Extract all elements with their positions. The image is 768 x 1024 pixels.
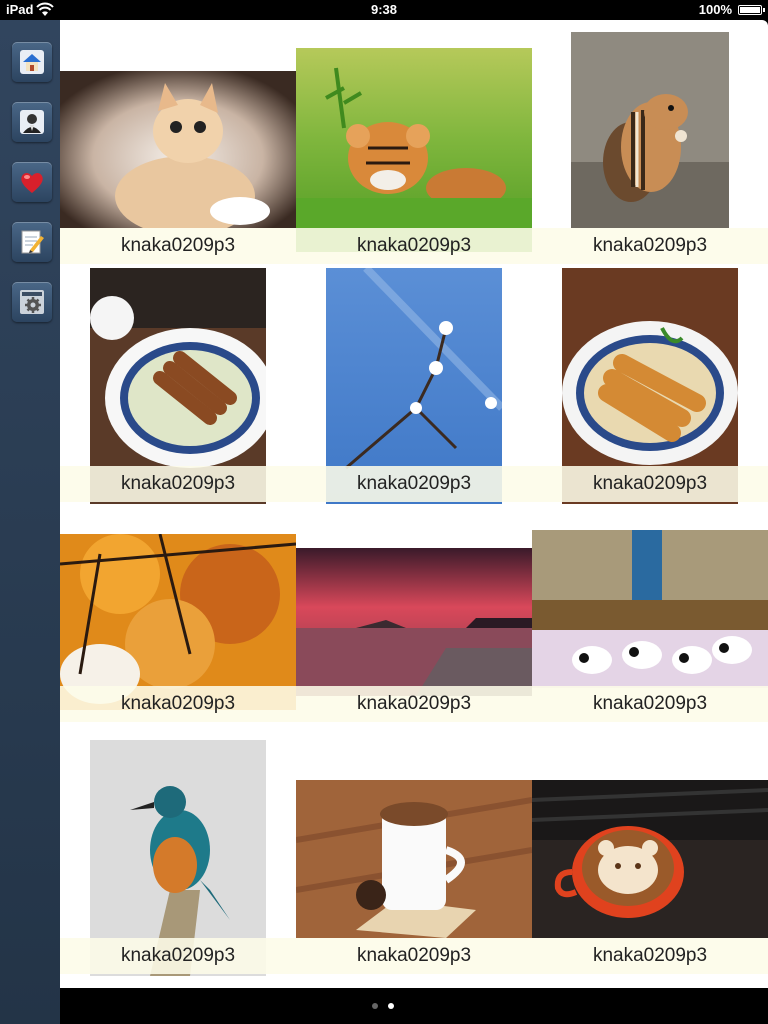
grid-item[interactable]: knaka0209p3	[60, 740, 296, 976]
battery-percent: 100%	[698, 2, 732, 17]
photo-caption: knaka0209p3	[60, 938, 296, 974]
grid-item[interactable]: knaka0209p3	[60, 504, 296, 740]
photo-caption: knaka0209p3	[532, 466, 768, 502]
photo-autumn-leaves	[60, 534, 296, 710]
home-button[interactable]	[12, 42, 52, 82]
grid-item[interactable]: knaka0209p3	[60, 268, 296, 504]
notepad-pencil-icon	[21, 230, 44, 254]
sidebar	[0, 20, 60, 1024]
photo-caption: knaka0209p3	[296, 686, 532, 722]
page-control[interactable]	[60, 988, 768, 1024]
photo-caption: knaka0209p3	[532, 686, 768, 722]
page-dot-1[interactable]	[372, 1003, 378, 1009]
page-dot-2[interactable]	[388, 1003, 394, 1009]
user-button[interactable]	[12, 102, 52, 142]
photo-caption: knaka0209p3	[296, 228, 532, 264]
grid-item[interactable]: knaka0209p3	[296, 740, 532, 976]
status-bar: iPad 9:38 100%	[0, 0, 768, 20]
clock: 9:38	[370, 2, 398, 17]
photo-grid: knaka0209p3 knaka0209p3 knaka0209p3 knak…	[60, 20, 768, 988]
photo-caption: knaka0209p3	[60, 686, 296, 722]
grid-item[interactable]: knaka0209p3	[532, 268, 768, 504]
settings-button[interactable]	[12, 282, 52, 322]
photo-kitten	[60, 71, 296, 228]
gear-icon	[20, 290, 44, 314]
photo-chipmunk	[571, 32, 729, 228]
photo-caption: knaka0209p3	[60, 228, 296, 264]
photo-caption: knaka0209p3	[60, 466, 296, 502]
battery-icon	[738, 5, 765, 15]
photo-caption: knaka0209p3	[296, 466, 532, 502]
grid-item[interactable]: knaka0209p3	[532, 504, 768, 740]
photo-tiger-cub	[296, 48, 532, 252]
heart-icon	[21, 173, 43, 193]
home-icon	[20, 50, 44, 74]
photo-caption: knaka0209p3	[532, 228, 768, 264]
edit-button[interactable]	[12, 222, 52, 262]
photo-coffee-cup	[296, 780, 532, 938]
grid-item[interactable]: knaka0209p3	[532, 20, 768, 268]
photo-caption: knaka0209p3	[296, 938, 532, 974]
grid-item[interactable]: knaka0209p3	[296, 504, 532, 740]
grid-item[interactable]: knaka0209p3	[296, 268, 532, 504]
user-icon	[20, 110, 44, 134]
grid-item[interactable]: knaka0209p3	[532, 740, 768, 976]
grid-item[interactable]: knaka0209p3	[296, 20, 532, 268]
photo-panda-cubs	[532, 530, 768, 688]
photo-sunset-pier	[296, 548, 532, 696]
photo-caption: knaka0209p3	[532, 938, 768, 974]
photo-bear-latte-art	[532, 780, 768, 938]
favorites-button[interactable]	[12, 162, 52, 202]
grid-item[interactable]: knaka0209p3	[60, 20, 296, 268]
